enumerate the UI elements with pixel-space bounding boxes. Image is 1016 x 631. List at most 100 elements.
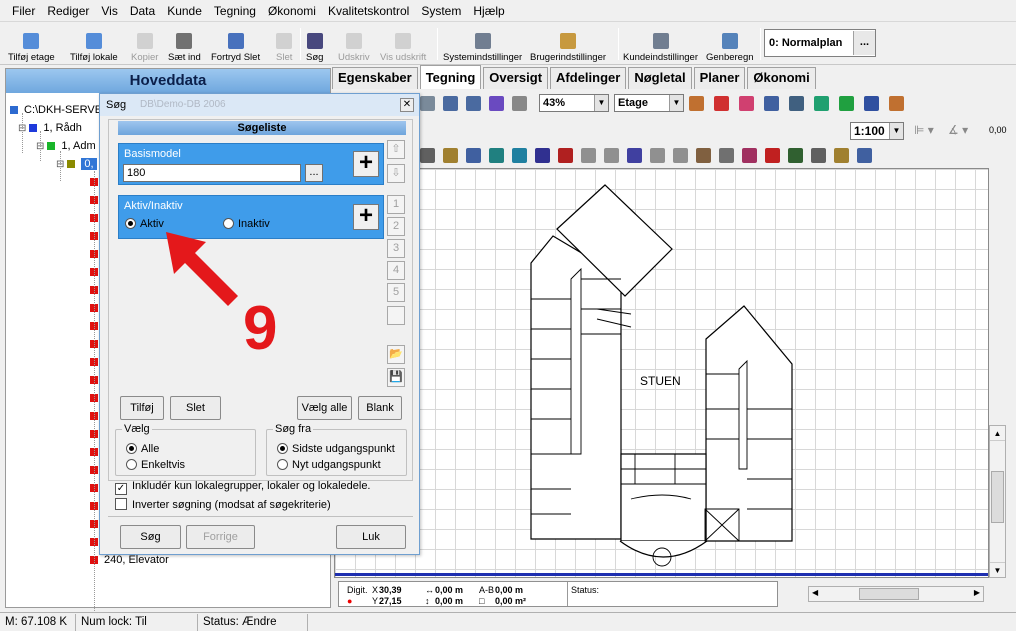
toolbar-button[interactable]: Slet: [276, 25, 292, 63]
tab[interactable]: Oversigt: [483, 67, 549, 89]
search-button[interactable]: Søg: [120, 525, 181, 549]
radio-new-origin[interactable]: Nyt udgangspunkt: [277, 459, 381, 471]
menu-item[interactable]: Økonomi: [262, 4, 322, 18]
move-down-icon[interactable]: ⇩: [387, 164, 405, 183]
eye-icon[interactable]: [489, 148, 504, 163]
toolbar-button[interactable]: Sæt ind: [168, 25, 201, 63]
vertical-scrollbar[interactable]: ▲ ▼: [989, 425, 1006, 578]
move-icon[interactable]: [581, 148, 596, 163]
select-all-button[interactable]: Vælg alle: [297, 396, 352, 420]
delete-button[interactable]: Slet: [170, 396, 221, 420]
horizontal-scrollbar[interactable]: ◀ ▶: [808, 586, 984, 602]
plan-selector[interactable]: 0: Normalplan ...: [764, 29, 876, 57]
toolbar-button[interactable]: Brugerindstillinger: [530, 25, 606, 63]
menu-item[interactable]: Vis: [95, 4, 123, 18]
toolbar-button[interactable]: Søg: [306, 25, 323, 63]
camera-icon[interactable]: [443, 148, 458, 163]
toolbar-button[interactable]: Vis udskrift: [380, 25, 426, 63]
menu-item[interactable]: Data: [124, 4, 161, 18]
close-button[interactable]: Luk: [336, 525, 406, 549]
include-checkbox[interactable]: ✓ Inkludér kun lokalegrupper, lokaler og …: [115, 480, 371, 495]
radio-last-origin[interactable]: Sidste udgangspunkt: [277, 443, 395, 455]
toolbar-button[interactable]: Udskriv: [338, 25, 370, 63]
menu-item[interactable]: Kvalitetskontrol: [322, 4, 415, 18]
slot-button[interactable]: 4: [387, 261, 405, 280]
blank-slot-button[interactable]: [387, 306, 405, 325]
menu-item[interactable]: Tegning: [208, 4, 262, 18]
ruler-icon[interactable]: [558, 148, 573, 163]
zoom-select[interactable]: 43% ▼: [539, 94, 609, 112]
tree-node[interactable]: C:\DKH-SERVER: [10, 101, 110, 119]
menu-item[interactable]: Hjælp: [467, 4, 510, 18]
tree-node[interactable]: ⊟ 1, Rådh: [18, 119, 82, 137]
zoom-in-icon[interactable]: [443, 96, 458, 111]
zoom-out-icon[interactable]: [466, 96, 481, 111]
zoom-window-icon[interactable]: [489, 96, 504, 111]
add-criterion-button[interactable]: +: [353, 204, 379, 230]
view-icon[interactable]: [811, 148, 826, 163]
close-icon[interactable]: ✕: [400, 98, 414, 112]
tab[interactable]: Egenskaber: [332, 67, 418, 89]
select-icon[interactable]: [789, 96, 804, 111]
drawing-canvas[interactable]: STUEN: [334, 168, 989, 578]
layer-select[interactable]: Etage ▼: [614, 94, 684, 112]
scale-select[interactable]: 1:100 ▼: [850, 122, 904, 140]
layer-icon[interactable]: [714, 96, 729, 111]
scroll-left-icon[interactable]: ◀: [812, 588, 818, 597]
plan-selector-button[interactable]: ...: [853, 31, 875, 55]
toolbar-button[interactable]: Systemindstillinger: [443, 25, 522, 63]
hscroll-thumb[interactable]: [859, 588, 919, 600]
scroll-down-icon[interactable]: ▼: [990, 562, 1005, 577]
radio-enkeltvis[interactable]: Enkeltvis: [126, 459, 185, 471]
palette-icon[interactable]: [889, 96, 904, 111]
view-icon[interactable]: [420, 148, 435, 163]
grid-icon[interactable]: [535, 148, 550, 163]
menu-item[interactable]: Filer: [6, 4, 41, 18]
tab[interactable]: Nøgletal: [628, 67, 692, 89]
edit-icon[interactable]: [857, 148, 872, 163]
pen-icon[interactable]: [650, 148, 665, 163]
image-icon[interactable]: [814, 96, 829, 111]
zoom-in-icon[interactable]: [420, 96, 435, 111]
tab[interactable]: Planer: [693, 67, 746, 89]
snap-icon[interactable]: [764, 96, 779, 111]
angle-icon[interactable]: ∡ ▾: [948, 123, 968, 137]
toolbar-button[interactable]: Fortryd Slet: [211, 25, 260, 63]
invert-checkbox[interactable]: Inverter søgning (modsat af søgekriterie…: [115, 498, 331, 511]
node-icon[interactable]: [627, 148, 642, 163]
camera-icon[interactable]: [834, 148, 849, 163]
scroll-right-icon[interactable]: ▶: [974, 588, 980, 597]
save-icon[interactable]: 💾: [387, 368, 405, 387]
globe-icon[interactable]: [864, 96, 879, 111]
blank-button[interactable]: Blank: [358, 396, 402, 420]
toolbar-button[interactable]: Tilføj lokale: [70, 25, 118, 63]
color-icon[interactable]: [742, 148, 757, 163]
slot-button[interactable]: 2: [387, 217, 405, 236]
star-icon[interactable]: [673, 148, 688, 163]
menu-item[interactable]: Kunde: [161, 4, 208, 18]
measure-icon[interactable]: [765, 148, 780, 163]
edit-icon[interactable]: [466, 148, 481, 163]
tab[interactable]: Økonomi: [747, 67, 816, 89]
delete-icon[interactable]: [696, 148, 711, 163]
add-button[interactable]: Tilføj: [120, 396, 164, 420]
tab[interactable]: Tegning: [419, 65, 482, 89]
slot-button[interactable]: 1: [387, 195, 405, 214]
menu-item[interactable]: System: [415, 4, 467, 18]
dialog-title-bar[interactable]: Søg DB\Demo-DB 2006: [100, 94, 419, 116]
toolbar-button[interactable]: Tilføj etage: [8, 25, 55, 63]
copy-icon[interactable]: [719, 148, 734, 163]
select-icon[interactable]: [604, 148, 619, 163]
gear-icon[interactable]: [512, 148, 527, 163]
book-icon[interactable]: [839, 96, 854, 111]
toolbar-button[interactable]: Genberegn: [706, 25, 754, 63]
basismodel-input[interactable]: 180: [123, 164, 301, 182]
checklist-icon[interactable]: [788, 148, 803, 163]
toolbar-button[interactable]: Kundeindstillinger: [623, 25, 698, 63]
scroll-up-icon[interactable]: ▲: [990, 426, 1005, 441]
add-criterion-button[interactable]: +: [353, 151, 379, 177]
open-folder-icon[interactable]: 📂: [387, 345, 405, 364]
scroll-thumb[interactable]: [991, 471, 1004, 523]
move-up-icon[interactable]: ⇧: [387, 140, 405, 159]
palette-icon[interactable]: [689, 96, 704, 111]
